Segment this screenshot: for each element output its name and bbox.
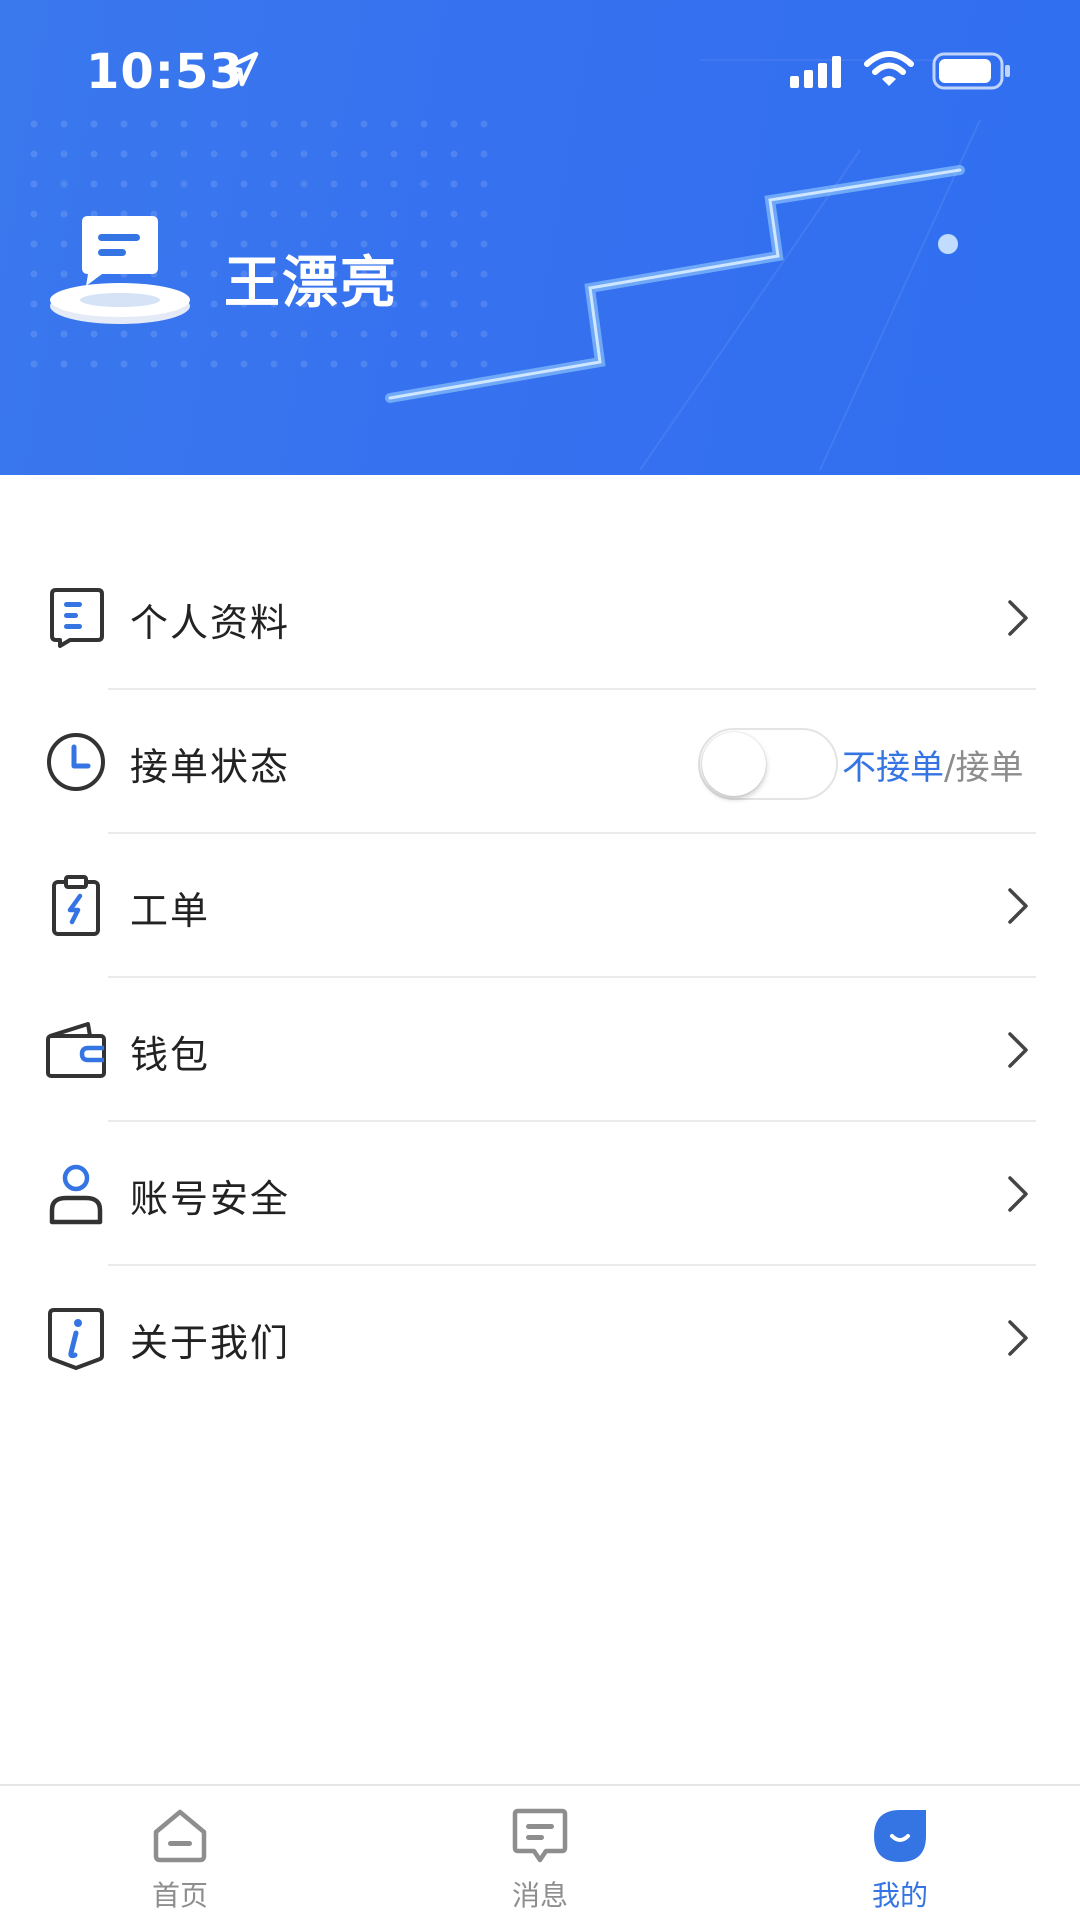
menu-item-account-security[interactable]: 账号安全	[0, 1122, 1080, 1266]
chevron-right-icon	[1008, 1320, 1028, 1356]
status-bar: 10:53	[0, 0, 1080, 140]
home-icon	[153, 1809, 207, 1863]
info-icon	[48, 1308, 104, 1370]
order-status-toggle[interactable]	[698, 728, 838, 800]
chevron-right-icon	[1008, 888, 1028, 924]
menu-item-label: 账号安全	[130, 1177, 291, 1221]
status-off-label: 不接单	[842, 748, 944, 788]
battery-icon	[932, 52, 1010, 90]
work-order-icon	[52, 875, 100, 936]
chevron-right-icon	[1008, 1176, 1028, 1212]
tab-label: 首页	[151, 1879, 208, 1912]
mine-icon	[874, 1810, 926, 1862]
tab-label: 我的	[871, 1879, 928, 1912]
profile-card-icon	[50, 588, 104, 648]
signal-icon	[790, 56, 841, 88]
chevron-right-icon	[1008, 1032, 1028, 1068]
tab-mine[interactable]: 我的	[800, 1786, 1000, 1920]
menu-item-profile[interactable]: 个人资料	[0, 546, 1080, 690]
menu-item-label: 关于我们	[130, 1321, 291, 1365]
profile-header: 10:53 王漂亮	[0, 0, 1080, 475]
status-time: 10:53	[86, 44, 244, 100]
menu-item-order-status: 接单状态 不接单/接单	[0, 690, 1080, 834]
status-on-label: 接单	[955, 748, 1024, 788]
bottom-tab-bar: 首页 消息 我的	[0, 1784, 1080, 1920]
tab-messages[interactable]: 消息	[440, 1786, 640, 1920]
status-separator: /	[944, 748, 956, 788]
user-icon	[49, 1164, 103, 1225]
order-status-text: 不接单/接单	[842, 740, 1023, 789]
wifi-icon	[864, 51, 914, 86]
tab-label: 消息	[511, 1879, 568, 1912]
wallet-icon	[46, 1022, 106, 1078]
chat-avatar-icon[interactable]	[48, 214, 192, 328]
menu-item-label: 钱包	[130, 1033, 211, 1077]
menu-item-label: 工单	[130, 889, 211, 933]
user-name: 王漂亮	[224, 251, 398, 316]
menu-item-label: 个人资料	[130, 601, 291, 645]
toggle-knob	[702, 732, 766, 796]
mine-screen: 10:53 王漂亮 个人资料 接单状态 不接单/接单 工单 钱包 账号安全 关于…	[0, 0, 1080, 1920]
menu-item-about-us[interactable]: 关于我们	[0, 1266, 1080, 1410]
tab-home[interactable]: 首页	[80, 1786, 280, 1920]
menu-list: 个人资料 接单状态 不接单/接单 工单 钱包 账号安全 关于我们	[0, 546, 1080, 1410]
menu-item-wallet[interactable]: 钱包	[0, 978, 1080, 1122]
chevron-right-icon	[1008, 600, 1028, 636]
location-arrow-icon	[223, 51, 259, 87]
message-icon	[512, 1808, 568, 1863]
menu-item-label: 接单状态	[130, 745, 291, 789]
menu-item-work-order[interactable]: 工单	[0, 834, 1080, 978]
clock-icon	[47, 733, 105, 791]
